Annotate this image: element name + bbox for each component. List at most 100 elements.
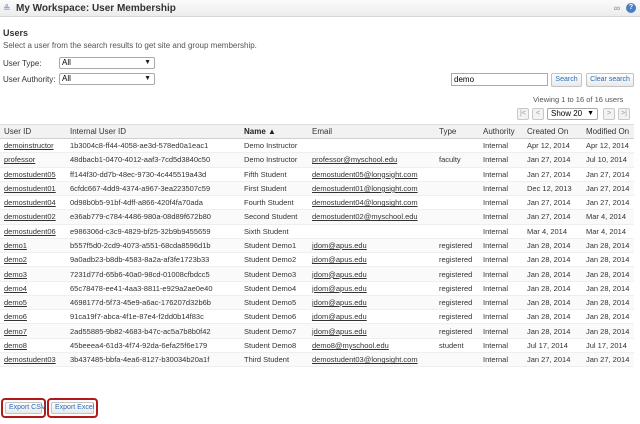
created-cell: Mar 4, 2014 xyxy=(523,224,582,239)
link-icon[interactable]: ∞ xyxy=(611,3,623,13)
email-link[interactable]: demo8@myschool.edu xyxy=(308,338,435,353)
created-cell: Jan 28, 2014 xyxy=(523,281,582,296)
col-header-user-id[interactable]: User ID xyxy=(0,124,66,139)
internal-id-cell: 3b437485-bbfa-4ea6-8127-b30034b20a1f xyxy=(66,352,240,368)
user-id-link[interactable]: demoinstructor xyxy=(0,138,66,154)
first-page-button[interactable]: |< xyxy=(517,108,529,120)
user-type-select[interactable]: All ▼ xyxy=(59,57,155,69)
authority-cell: Internal xyxy=(479,224,523,239)
email-link[interactable]: demostudent05@longsight.com xyxy=(308,167,435,182)
page-size-value: Show 20 xyxy=(551,109,583,118)
internal-id-cell: 48dbacb1-0470-4012-aaf3-7cd5d3840c50 xyxy=(66,152,240,168)
prev-page-button[interactable]: < xyxy=(532,108,544,120)
modified-cell: Jan 28, 2014 xyxy=(582,266,634,282)
email-link[interactable]: demostudent02@myschool.edu xyxy=(308,209,435,225)
search-input[interactable]: demo xyxy=(451,73,548,86)
type-cell xyxy=(435,224,479,239)
modified-cell: Jan 28, 2014 xyxy=(582,281,634,296)
search-button[interactable]: Search xyxy=(551,73,582,87)
table-row: demoinstructor 1b3004c8-ff44-4058-ae3d-57… xyxy=(0,138,634,154)
name-cell: Student Demo8 xyxy=(240,338,308,353)
table-row: demo8 45beeea4-61d3-4f74-92da-6efa25f6e17… xyxy=(0,338,634,353)
next-page-button[interactable]: > xyxy=(603,108,615,120)
name-cell: Fourth Student xyxy=(240,195,308,211)
created-cell: Jan 27, 2014 xyxy=(523,195,582,211)
created-cell: Jan 27, 2014 xyxy=(523,152,582,168)
help-icon[interactable]: ? xyxy=(626,3,636,13)
created-cell: Jan 28, 2014 xyxy=(523,295,582,311)
user-id-link[interactable]: demo7 xyxy=(0,323,66,339)
col-header-modified-on[interactable]: Modified On xyxy=(582,124,634,139)
export-csv-button[interactable]: Export CSV xyxy=(5,402,46,414)
user-authority-value: All xyxy=(62,74,71,83)
modified-cell: Jul 17, 2014 xyxy=(582,338,634,353)
user-id-link[interactable]: demo4 xyxy=(0,281,66,296)
name-cell: Fifth Student xyxy=(240,167,308,182)
user-id-link[interactable]: demostudent04 xyxy=(0,195,66,211)
page-size-select[interactable]: Show 20 ▼ xyxy=(547,108,598,120)
email-link[interactable]: jdom@apus.edu xyxy=(308,295,435,311)
email-link[interactable]: demostudent04@longsight.com xyxy=(308,195,435,211)
user-id-link[interactable]: demostudent03 xyxy=(0,352,66,368)
user-id-link[interactable]: demo1 xyxy=(0,238,66,254)
authority-cell: Internal xyxy=(479,266,523,282)
type-cell xyxy=(435,209,479,225)
email-link[interactable]: jdom@apus.edu xyxy=(308,323,435,339)
user-id-link[interactable]: professor xyxy=(0,152,66,168)
name-cell: Student Demo6 xyxy=(240,309,308,325)
col-header-authority[interactable]: Authority xyxy=(479,124,523,139)
authority-cell: Internal xyxy=(479,281,523,296)
authority-cell: Internal xyxy=(479,138,523,154)
table-row: demo4 65c78478-ee41-4aa3-8811-e929a2ae0e4… xyxy=(0,281,634,296)
authority-cell: Internal xyxy=(479,152,523,168)
user-id-link[interactable]: demo3 xyxy=(0,266,66,282)
last-page-button[interactable]: >| xyxy=(618,108,630,120)
user-authority-select[interactable]: All ▼ xyxy=(59,73,155,85)
user-id-link[interactable]: demostudent01 xyxy=(0,181,66,197)
col-header-type[interactable]: Type xyxy=(435,124,479,139)
col-header-name[interactable]: Name ▲ xyxy=(240,124,308,139)
email-link[interactable]: demostudent01@longsight.com xyxy=(308,181,435,197)
email-link[interactable]: jdom@apus.edu xyxy=(308,309,435,325)
name-cell: Student Demo3 xyxy=(240,266,308,282)
modified-cell: Jan 28, 2014 xyxy=(582,252,634,268)
export-excel-button[interactable]: Export Excel xyxy=(51,402,94,414)
user-id-link[interactable]: demostudent02 xyxy=(0,209,66,225)
internal-id-cell: 7231d77d-65b6-40a0-98cd-01008cfbdcc5 xyxy=(66,266,240,282)
name-cell: Third Student xyxy=(240,352,308,368)
authority-cell: Internal xyxy=(479,195,523,211)
email-link[interactable]: jdom@apus.edu xyxy=(308,238,435,254)
user-id-link[interactable]: demo8 xyxy=(0,338,66,353)
table-row: demostudent06 e986306d-c3c9-4829-bf25-32b… xyxy=(0,224,634,239)
created-cell: Jan 28, 2014 xyxy=(523,238,582,254)
col-header-internal-user-id[interactable]: Internal User ID xyxy=(66,124,240,139)
modified-cell: Jan 27, 2014 xyxy=(582,195,634,211)
user-id-link[interactable]: demostudent05 xyxy=(0,167,66,182)
email-link[interactable]: demostudent03@longsight.com xyxy=(308,352,435,368)
clear-search-button[interactable]: Clear search xyxy=(586,73,634,87)
type-cell: faculty xyxy=(435,152,479,168)
email-link[interactable]: professor@myschool.edu xyxy=(308,152,435,168)
user-id-link[interactable]: demo6 xyxy=(0,309,66,325)
instructions-text: Select a user from the search results to… xyxy=(3,41,257,50)
email-link[interactable]: jdom@apus.edu xyxy=(308,252,435,268)
modified-cell: Mar 4, 2014 xyxy=(582,224,634,239)
user-id-link[interactable]: demo5 xyxy=(0,295,66,311)
email-link xyxy=(308,224,435,239)
col-header-created-on[interactable]: Created On xyxy=(523,124,582,139)
user-id-link[interactable]: demostudent06 xyxy=(0,224,66,239)
name-cell: Student Demo2 xyxy=(240,252,308,268)
internal-id-cell: 45beeea4-61d3-4f74-92da-6efa25f6e179 xyxy=(66,338,240,353)
table-row: demostudent02 e36ab779-c784-4486-980a-08d… xyxy=(0,209,634,225)
col-header-email[interactable]: Email xyxy=(308,124,435,139)
authority-cell: Internal xyxy=(479,352,523,368)
email-link[interactable]: jdom@apus.edu xyxy=(308,266,435,282)
name-cell: Second Student xyxy=(240,209,308,225)
user-id-link[interactable]: demo2 xyxy=(0,252,66,268)
type-cell: registered xyxy=(435,252,479,268)
created-cell: Jan 27, 2014 xyxy=(523,167,582,182)
type-cell: registered xyxy=(435,323,479,339)
name-cell: Student Demo4 xyxy=(240,281,308,296)
email-link[interactable]: jdom@apus.edu xyxy=(308,281,435,296)
internal-id-cell: 9a0adb23-b8db-4583-8a2a-af3fe1723b33 xyxy=(66,252,240,268)
